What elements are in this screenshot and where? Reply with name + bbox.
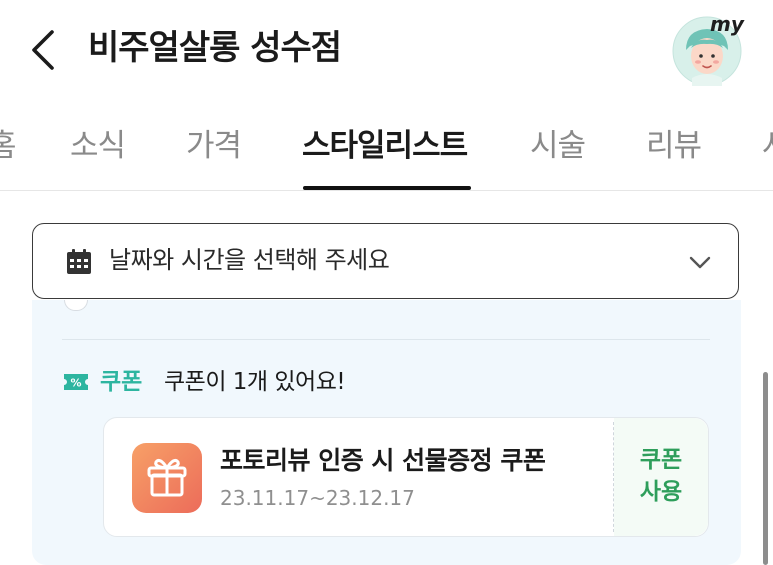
svg-text:%: % [70, 377, 81, 390]
coupon-valid-period: 23.11.17~23.12.17 [220, 486, 415, 510]
gift-icon [147, 459, 187, 497]
tab-stylist[interactable]: 스타일리스트 [302, 124, 468, 168]
tab-home[interactable]: 홈 [0, 124, 17, 168]
calendar-icon [67, 249, 91, 274]
coupon-name: 포토리뷰 인증 시 선물증정 쿠폰 [220, 446, 546, 475]
date-time-placeholder: 날짜와 시간을 선택해 주세요 [109, 246, 390, 274]
coupon-ticket-icon: % [64, 374, 88, 390]
use-coupon-label: 쿠폰 사용 [614, 444, 708, 508]
avatar-badge: my [710, 12, 744, 36]
active-tab-indicator [303, 186, 471, 190]
page-title: 비주얼살롱 성수점 [88, 28, 342, 68]
chevron-down-icon [689, 256, 711, 269]
use-coupon-label-line1: 쿠폰 [639, 447, 683, 473]
tab-treatment[interactable]: 시술 [530, 124, 586, 168]
coupon-count-text: 쿠폰이 1개 있어요! [164, 369, 346, 395]
scrollbar[interactable] [763, 372, 768, 565]
app-header: 비주얼살롱 성수점 my [0, 0, 773, 100]
coupon-card: 포토리뷰 인증 시 선물증정 쿠폰 23.11.17~23.12.17 쿠폰 사… [103, 417, 709, 537]
tab-news[interactable]: 소식 [70, 124, 126, 168]
use-coupon-label-line2: 사용 [639, 479, 683, 505]
gift-icon-badge [132, 443, 202, 513]
date-time-select[interactable]: 날짜와 시간을 선택해 주세요 [32, 223, 739, 299]
divider [62, 339, 710, 340]
tab-price[interactable]: 가격 [186, 124, 242, 168]
coupon-label: 쿠폰 [100, 369, 143, 395]
tab-bar: 홈 소식 가격 스타일리스트 시술 리뷰 사 [0, 100, 773, 191]
use-coupon-button[interactable]: 쿠폰 사용 [614, 418, 708, 536]
tab-review[interactable]: 리뷰 [646, 124, 702, 168]
back-arrow-icon[interactable] [26, 28, 60, 72]
tab-photo[interactable]: 사 [762, 124, 773, 168]
